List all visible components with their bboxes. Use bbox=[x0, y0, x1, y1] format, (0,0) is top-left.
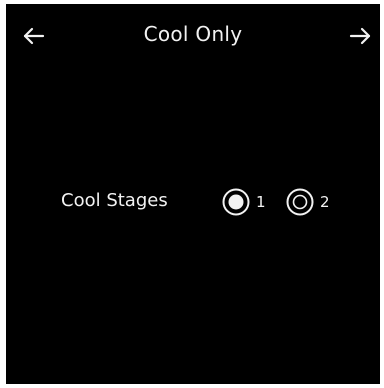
radio-unselected-icon bbox=[286, 188, 314, 216]
cool-stages-label: Cool Stages bbox=[61, 190, 168, 211]
radio-selected-icon bbox=[222, 188, 250, 216]
cool-stages-option-1[interactable]: 1 bbox=[222, 186, 266, 218]
page-title: Cool Only bbox=[143, 22, 243, 46]
cool-stages-option-1-label: 1 bbox=[256, 193, 266, 211]
next-button[interactable] bbox=[342, 18, 378, 54]
arrow-right-icon bbox=[349, 27, 371, 45]
cool-stages-option-2[interactable]: 2 bbox=[286, 186, 330, 218]
thermostat-screen: Cool Only Cool Stages 1 2 bbox=[6, 4, 380, 384]
cool-stages-option-2-label: 2 bbox=[320, 193, 330, 211]
header: Cool Only bbox=[6, 4, 380, 64]
cool-stages-row: Cool Stages 1 2 bbox=[6, 184, 380, 220]
